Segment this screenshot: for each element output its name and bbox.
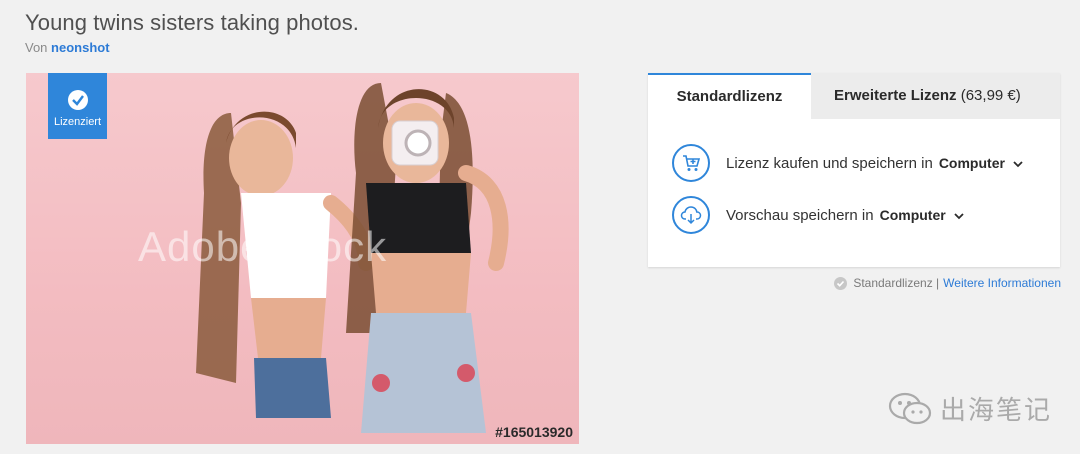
- check-circle-icon: [834, 276, 848, 290]
- license-footnote: Standardlizenz | Weitere Informationen: [834, 276, 1061, 290]
- buy-destination-value: Computer: [938, 155, 1005, 171]
- cart-icon: [672, 144, 710, 182]
- cloud-download-icon: [672, 196, 710, 234]
- buy-license-row[interactable]: Lizenz kaufen und speichern in Computer: [672, 144, 1023, 182]
- license-tabs: Standardlizenz Erweiterte Lizenz (63,99 …: [648, 73, 1060, 119]
- extended-license-price: (63,99 €): [960, 87, 1021, 104]
- tab-standard-license[interactable]: Standardlizenz: [648, 73, 811, 119]
- tab-extended-license[interactable]: Erweiterte Lizenz (63,99 €): [811, 73, 1021, 119]
- page-title: Young twins sisters taking photos.: [25, 10, 360, 35]
- watermark: Adobe Stock: [138, 223, 388, 270]
- footnote-license-type: Standardlizenz |: [853, 276, 940, 290]
- buy-destination-dropdown[interactable]: Computer: [939, 155, 1023, 171]
- asset-id: #165013920: [495, 424, 573, 440]
- badge-label: Lizenziert: [53, 116, 102, 128]
- licensed-badge: Lizenziert: [48, 73, 107, 139]
- preview-destination-dropdown[interactable]: Computer: [880, 207, 964, 223]
- author-link[interactable]: neonshot: [51, 40, 110, 55]
- wechat-icon: [888, 392, 932, 424]
- chevron-down-icon: [1013, 161, 1023, 168]
- wechat-label: 出海笔记: [940, 396, 1053, 426]
- chevron-down-icon: [953, 213, 964, 220]
- save-preview-row[interactable]: Vorschau speichern in Computer: [672, 196, 964, 234]
- license-panel: Standardlizenz Erweiterte Lizenz (63,99 …: [648, 73, 1060, 267]
- preview-destination-value: Computer: [879, 207, 946, 223]
- extended-license-label: Erweiterte Lizenz: [834, 87, 957, 104]
- save-preview-text: Vorschau speichern in: [726, 206, 874, 224]
- stock-photo[interactable]: Adobe Stock Lizenziert #165013920: [26, 73, 579, 444]
- buy-license-text: Lizenz kaufen und speichern in: [726, 154, 933, 172]
- wechat-watermark: 出海笔记: [888, 390, 1052, 427]
- check-icon: [67, 90, 88, 110]
- byline: Von neonshot: [25, 40, 110, 55]
- byline-prefix: Von: [25, 40, 48, 55]
- more-info-link[interactable]: Weitere Informationen: [943, 276, 1061, 290]
